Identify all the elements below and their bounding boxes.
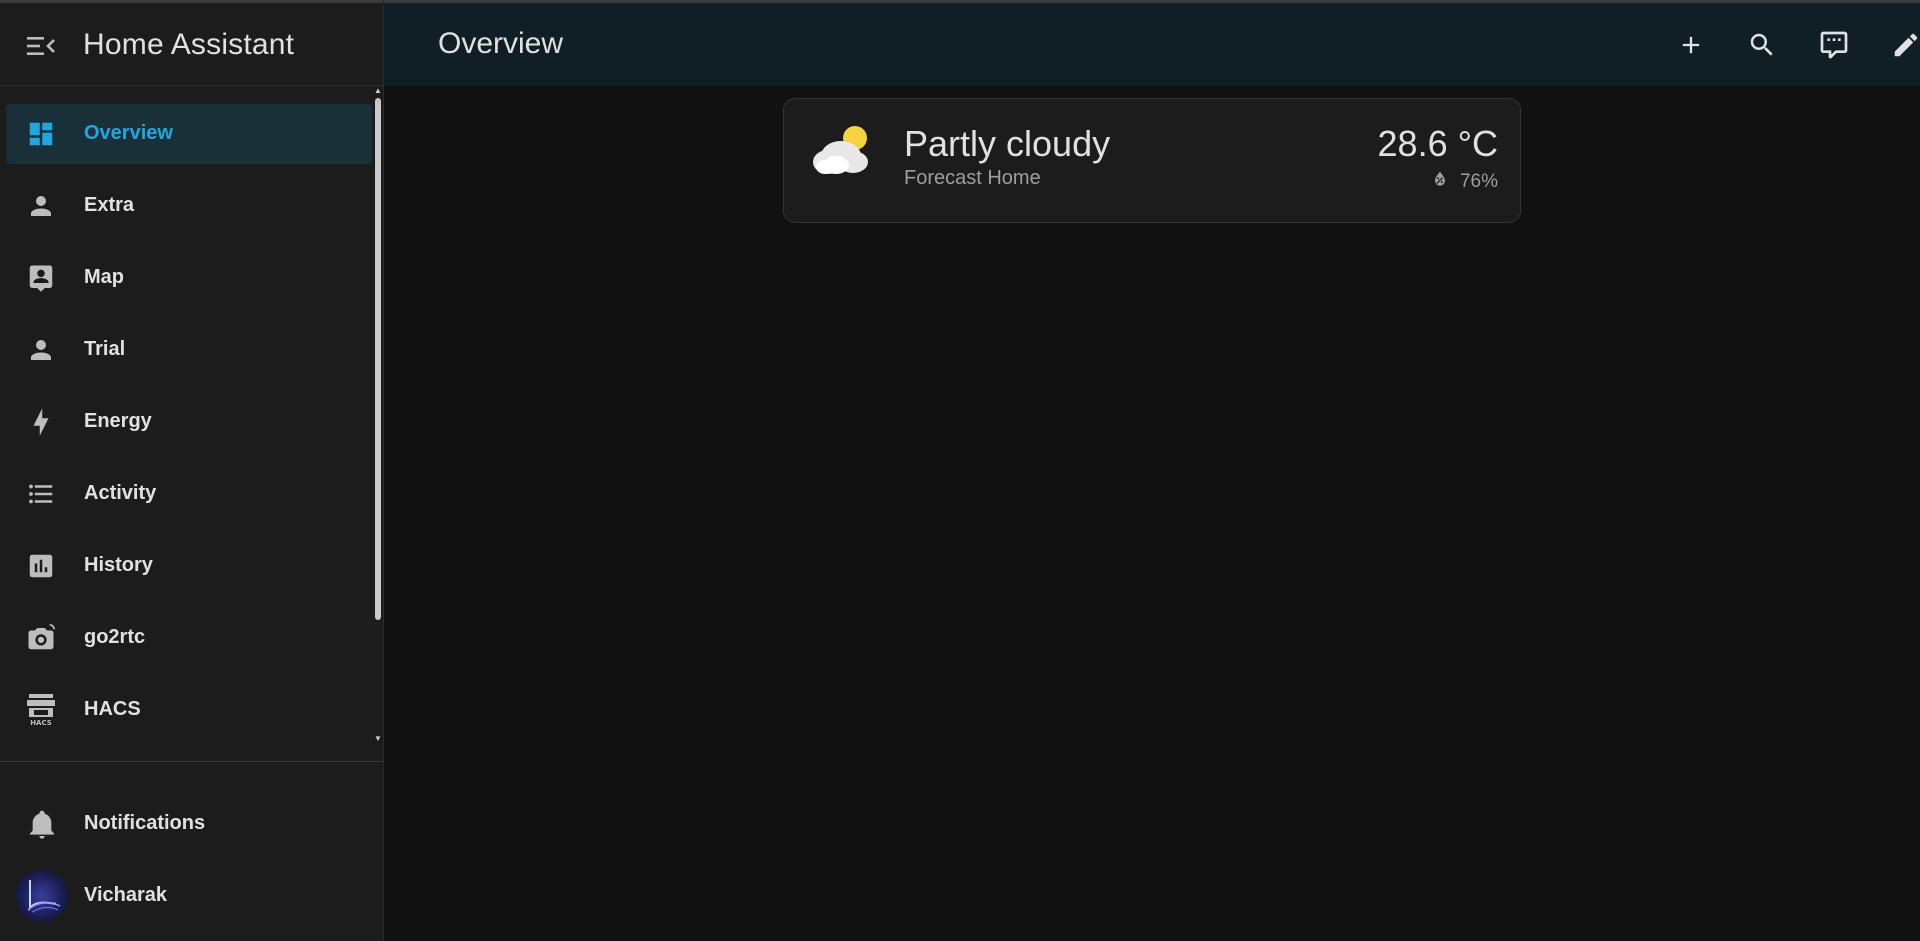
menu-collapse-icon[interactable] <box>24 29 58 63</box>
format-list-bulleted-icon <box>26 479 56 509</box>
weather-humidity: 76% <box>1430 171 1498 193</box>
page-title: Overview <box>438 27 564 60</box>
lightning-bolt-icon <box>26 407 56 437</box>
hacs-store-icon: HACS <box>26 694 56 727</box>
sidebar-item-label: History <box>84 554 153 576</box>
water-percent-icon <box>1430 169 1450 195</box>
map-account-box-icon <box>26 263 56 293</box>
scroll-down-arrow-icon[interactable]: ▼ <box>374 734 382 744</box>
weather-state: Partly cloudy <box>904 123 1111 164</box>
sidebar-scrollbar[interactable]: ▲ ▼ <box>374 86 382 746</box>
weather-card[interactable]: Partly cloudy Forecast Home 28.6 °C 76% <box>783 98 1521 223</box>
partly-cloudy-icon <box>811 124 873 180</box>
sidebar-item-label: Overview <box>84 122 173 144</box>
weather-entity-name: Forecast Home <box>904 167 1041 189</box>
sidebar-item-label: Extra <box>84 194 135 216</box>
sidebar-item-energy[interactable]: Energy <box>6 392 372 452</box>
sidebar-nav: Overview Extra Map Trial Energy Activity… <box>0 98 376 746</box>
sidebar-item-label: Energy <box>84 410 152 432</box>
sidebar-item-activity[interactable]: Activity <box>6 464 372 524</box>
account-icon <box>26 335 56 365</box>
sidebar-item-overview[interactable]: Overview <box>6 104 372 164</box>
weather-temperature: 28.6 °C <box>1377 123 1498 164</box>
add-icon[interactable] <box>1671 25 1711 65</box>
sidebar: Home Assistant Overview Extra Map Trial … <box>0 0 384 941</box>
sidebar-divider <box>0 761 383 762</box>
account-icon <box>26 191 56 221</box>
svg-text:HACS: HACS <box>30 719 52 727</box>
camera-icon <box>26 623 56 653</box>
assist-icon[interactable] <box>1814 25 1854 65</box>
dashboard-icon <box>26 119 56 149</box>
scroll-thumb[interactable] <box>375 98 381 620</box>
top-app-bar: Overview <box>384 0 1920 86</box>
sidebar-item-label: Activity <box>84 482 157 504</box>
sidebar-item-label: Trial <box>84 338 126 360</box>
sidebar-item-label: HACS <box>84 698 141 720</box>
app-root: Home Assistant Overview Extra Map Trial … <box>0 0 1920 941</box>
sidebar-item-extra[interactable]: Extra <box>6 176 372 236</box>
sidebar-item-label: Map <box>84 266 124 288</box>
avatar <box>16 870 68 922</box>
user-name-label: Vicharak <box>84 884 168 906</box>
sidebar-item-history[interactable]: History <box>6 536 372 596</box>
sidebar-item-label: go2rtc <box>84 626 146 648</box>
sidebar-item-hacs[interactable]: HACS HACS <box>6 680 372 740</box>
edit-pencil-icon[interactable] <box>1886 25 1920 65</box>
humidity-value: 76% <box>1459 171 1498 192</box>
notifications-label: Notifications <box>84 812 206 834</box>
sidebar-item-user[interactable]: Vicharak <box>6 866 372 926</box>
sidebar-item-notifications[interactable]: Notifications <box>6 794 372 854</box>
search-icon[interactable] <box>1742 25 1782 65</box>
sidebar-header: Home Assistant <box>0 0 383 86</box>
sidebar-item-map[interactable]: Map <box>6 248 372 308</box>
bell-icon <box>26 808 58 840</box>
sidebar-item-trial[interactable]: Trial <box>6 320 372 380</box>
sidebar-item-go2rtc[interactable]: go2rtc <box>6 608 372 668</box>
app-title: Home Assistant <box>83 28 295 61</box>
scroll-up-arrow-icon[interactable]: ▲ <box>374 86 382 96</box>
chart-box-icon <box>26 551 56 581</box>
